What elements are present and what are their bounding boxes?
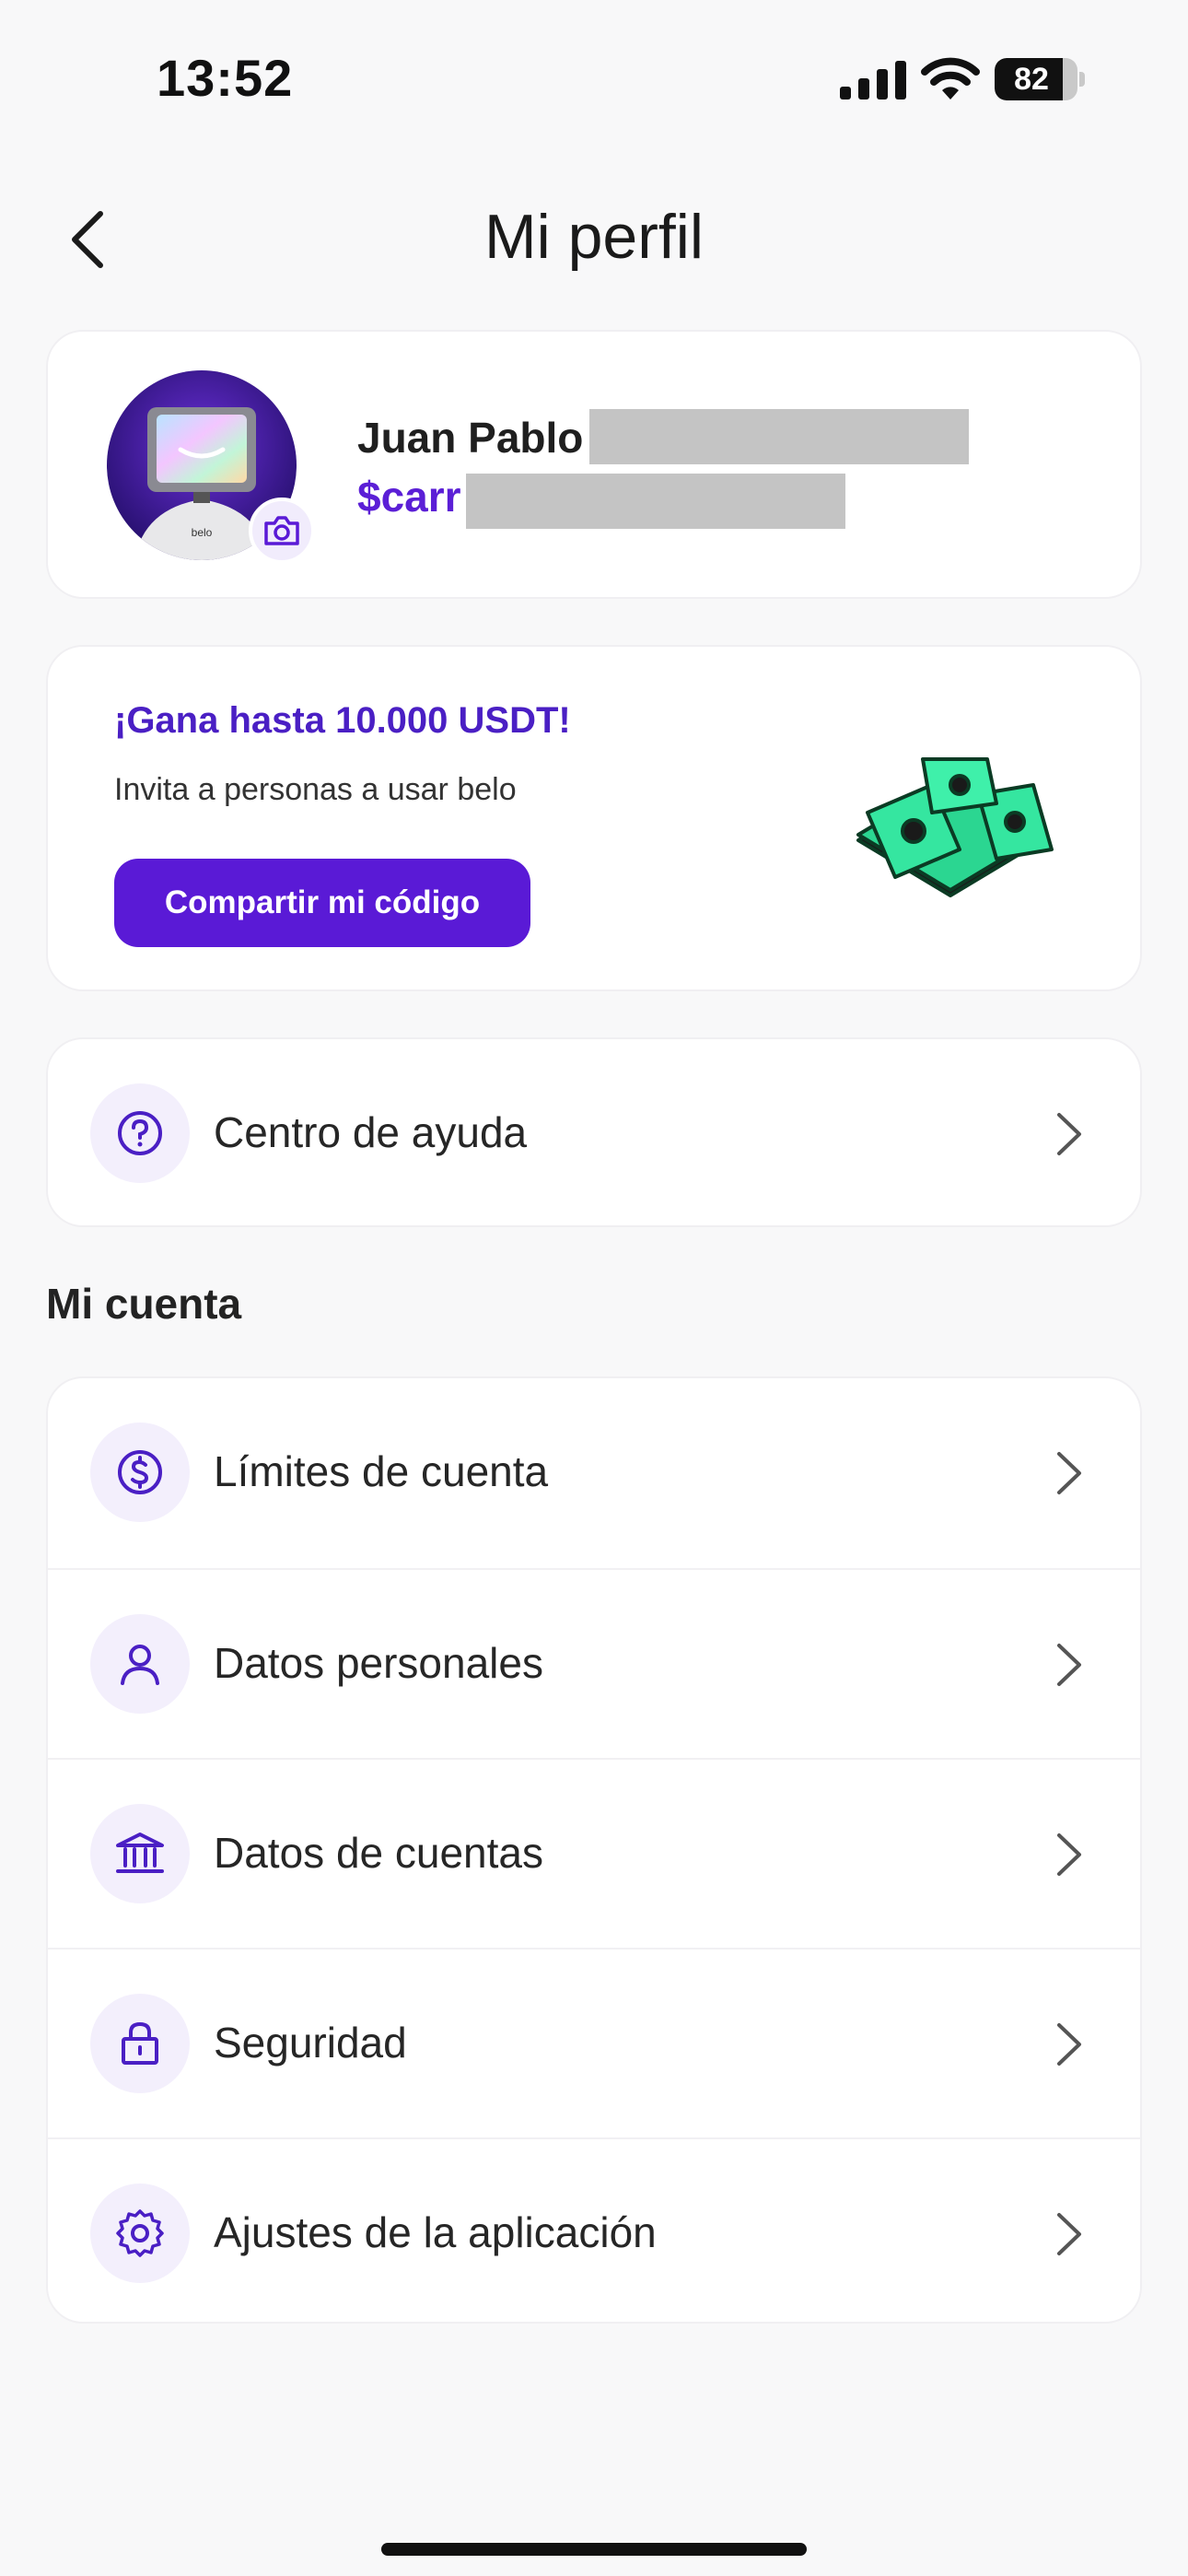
profile-name: Juan Pablo — [357, 414, 584, 462]
dollar-circle-icon — [118, 1450, 162, 1494]
page-title: Mi perfil — [483, 202, 705, 272]
home-indicator[interactable] — [381, 2543, 807, 2556]
gear-icon — [116, 2209, 164, 2257]
menu-item-app-settings[interactable]: Ajustes de la aplicación — [48, 2137, 1140, 2322]
menu-item-label: Ajustes de la aplicación — [214, 2208, 657, 2256]
menu-item-security[interactable]: Seguridad — [48, 1948, 1140, 2136]
help-center-label: Centro de ayuda — [214, 1108, 528, 1156]
battery-indicator: 82 — [995, 58, 1085, 100]
share-code-button[interactable]: Compartir mi código — [114, 859, 530, 947]
redaction-block — [589, 409, 969, 464]
battery-level: 82 — [1014, 62, 1049, 97]
account-settings-card: Límites de cuenta Datos personales Datos… — [46, 1376, 1142, 2324]
menu-item-label: Datos personales — [214, 1639, 543, 1687]
menu-item-label: Datos de cuentas — [214, 1829, 544, 1877]
menu-item-label: Límites de cuenta — [214, 1447, 549, 1495]
profile-card: belo Juan Pablo $carr — [46, 330, 1142, 599]
chevron-right-icon — [1057, 2213, 1081, 2255]
status-bar: 13:52 82 — [0, 0, 1188, 157]
help-circle-icon — [118, 1111, 162, 1155]
bank-icon — [116, 1832, 164, 1873]
user-icon — [121, 1645, 159, 1685]
chevron-right-icon — [1057, 1113, 1081, 1155]
camera-icon — [264, 516, 299, 545]
referral-card: ¡Gana hasta 10.000 USDT! Invita a person… — [46, 645, 1142, 991]
referral-title: ¡Gana hasta 10.000 USDT! — [114, 700, 571, 741]
menu-item-personal-data[interactable]: Datos personales — [48, 1568, 1140, 1756]
help-center-card: Centro de ayuda — [46, 1037, 1142, 1227]
cellular-signal-icon — [840, 61, 906, 100]
menu-item-account-limits[interactable]: Límites de cuenta — [48, 1378, 1140, 1566]
chevron-right-icon — [1057, 1644, 1081, 1686]
svg-text:belo: belo — [192, 526, 213, 539]
help-center-row[interactable]: Centro de ayuda — [48, 1039, 1144, 1227]
change-photo-button[interactable] — [249, 498, 315, 564]
redaction-block — [466, 474, 845, 529]
section-title-my-account: Mi cuenta — [46, 1280, 242, 1328]
money-stack-icon — [856, 757, 1054, 897]
wifi-icon — [921, 57, 980, 100]
chevron-right-icon — [1057, 1452, 1081, 1494]
lock-icon — [122, 2021, 158, 2065]
referral-subtitle: Invita a personas a usar belo — [114, 772, 517, 807]
menu-item-label: Seguridad — [214, 2019, 407, 2067]
chevron-right-icon — [1057, 1833, 1081, 1876]
status-time: 13:52 — [157, 49, 294, 107]
profile-handle: $carr — [357, 473, 461, 521]
chevron-right-icon — [1057, 2023, 1081, 2066]
menu-item-account-data[interactable]: Datos de cuentas — [48, 1758, 1140, 1946]
